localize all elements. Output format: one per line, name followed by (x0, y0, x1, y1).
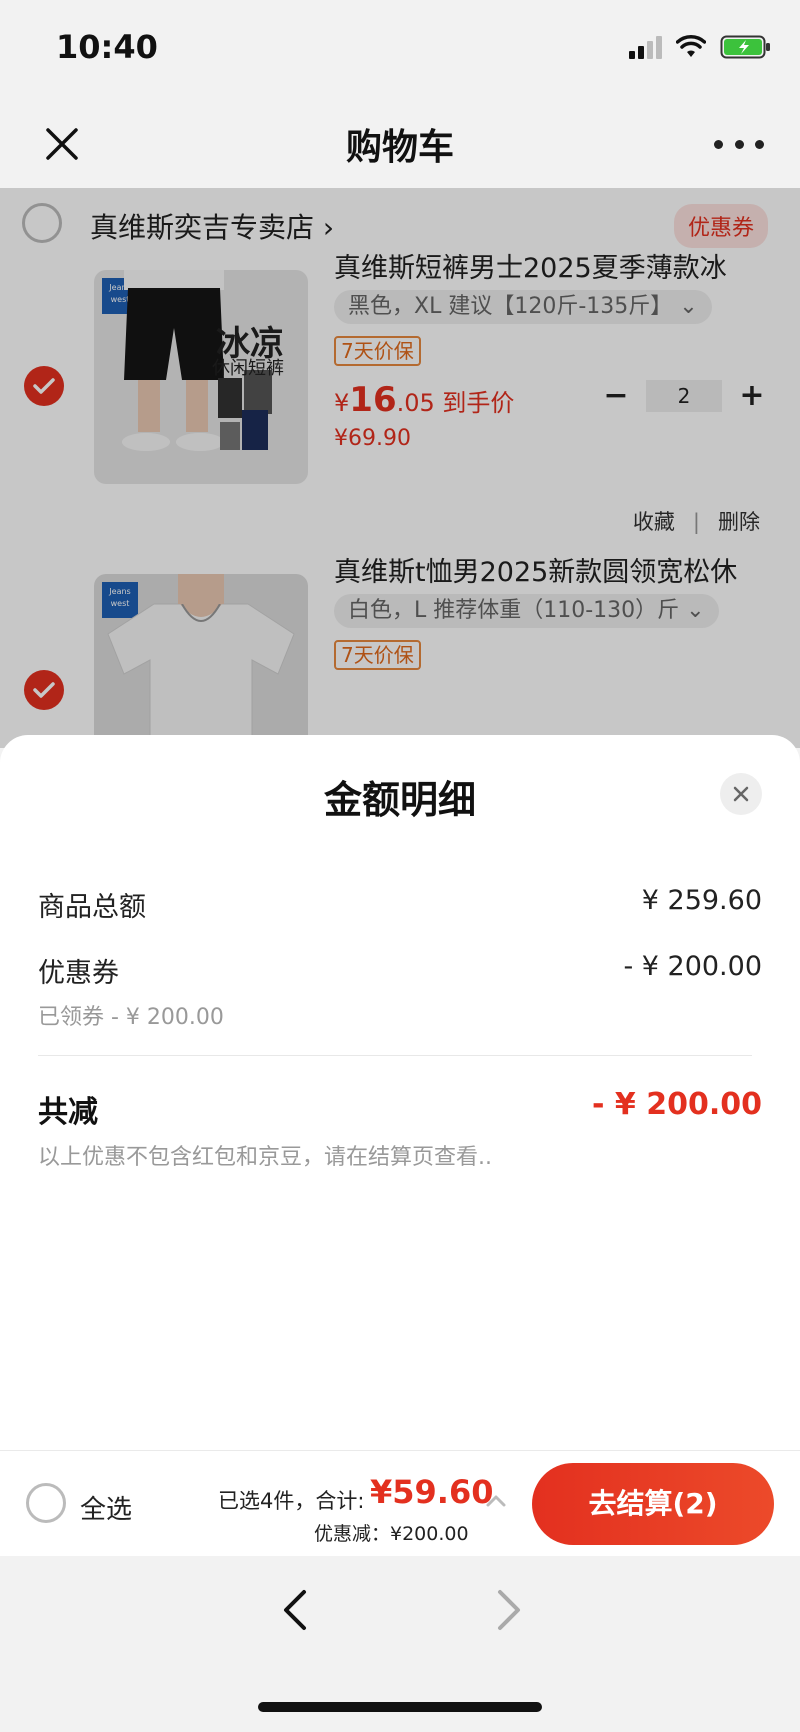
home-indicator[interactable] (258, 1702, 542, 1712)
signal-icon (629, 35, 662, 59)
coupon-label: 优惠券 (38, 958, 119, 989)
browser-nav-bar (0, 1556, 800, 1732)
amount-details-sheet: 金额明细 商品总额 ¥ 259.60 优惠券 - ¥ 200.00 已领券 - … (0, 735, 800, 1450)
status-icons (629, 34, 772, 60)
forward-arrow-icon[interactable] (492, 1582, 528, 1638)
total-reduce-label: 共减 (38, 1095, 98, 1130)
back-arrow-icon[interactable] (276, 1582, 312, 1638)
wifi-icon (676, 35, 706, 59)
checkout-total: ¥59.60 (370, 1473, 494, 1511)
more-icon[interactable] (714, 126, 764, 162)
goods-total-label: 商品总额 (38, 892, 146, 923)
battery-icon (720, 34, 772, 60)
coupon-detail: 已领券 - ¥ 200.00 (38, 1005, 224, 1030)
coupon-value: - ¥ 200.00 (623, 951, 762, 982)
select-all-radio[interactable] (26, 1483, 66, 1523)
modal-backdrop[interactable] (0, 188, 800, 748)
status-bar: 10:40 (0, 0, 800, 100)
select-all-label[interactable]: 全选 (80, 1489, 132, 1526)
chevron-up-icon[interactable] (484, 1489, 508, 1513)
page-title: 购物车 (345, 127, 454, 168)
total-reduce-value: - ¥ 200.00 (592, 1087, 762, 1122)
checkout-button[interactable]: 去结算(2) (532, 1463, 774, 1545)
sheet-title: 金额明细 (323, 778, 476, 822)
goods-total-value: ¥ 259.60 (641, 885, 762, 916)
divider (38, 1055, 752, 1056)
close-icon[interactable] (720, 773, 762, 815)
status-time: 10:40 (56, 28, 158, 66)
selected-summary: 已选4件，合计: (218, 1489, 365, 1513)
checkout-discount: 优惠减：¥200.00 (314, 1523, 469, 1545)
nav-bar: 购物车 (0, 100, 800, 188)
checkout-bar: 全选 已选4件，合计: ¥59.60 优惠减：¥200.00 去结算(2) (0, 1450, 800, 1556)
discount-note: 以上优惠不包含红包和京豆，请在结算页查看.. (38, 1145, 492, 1170)
